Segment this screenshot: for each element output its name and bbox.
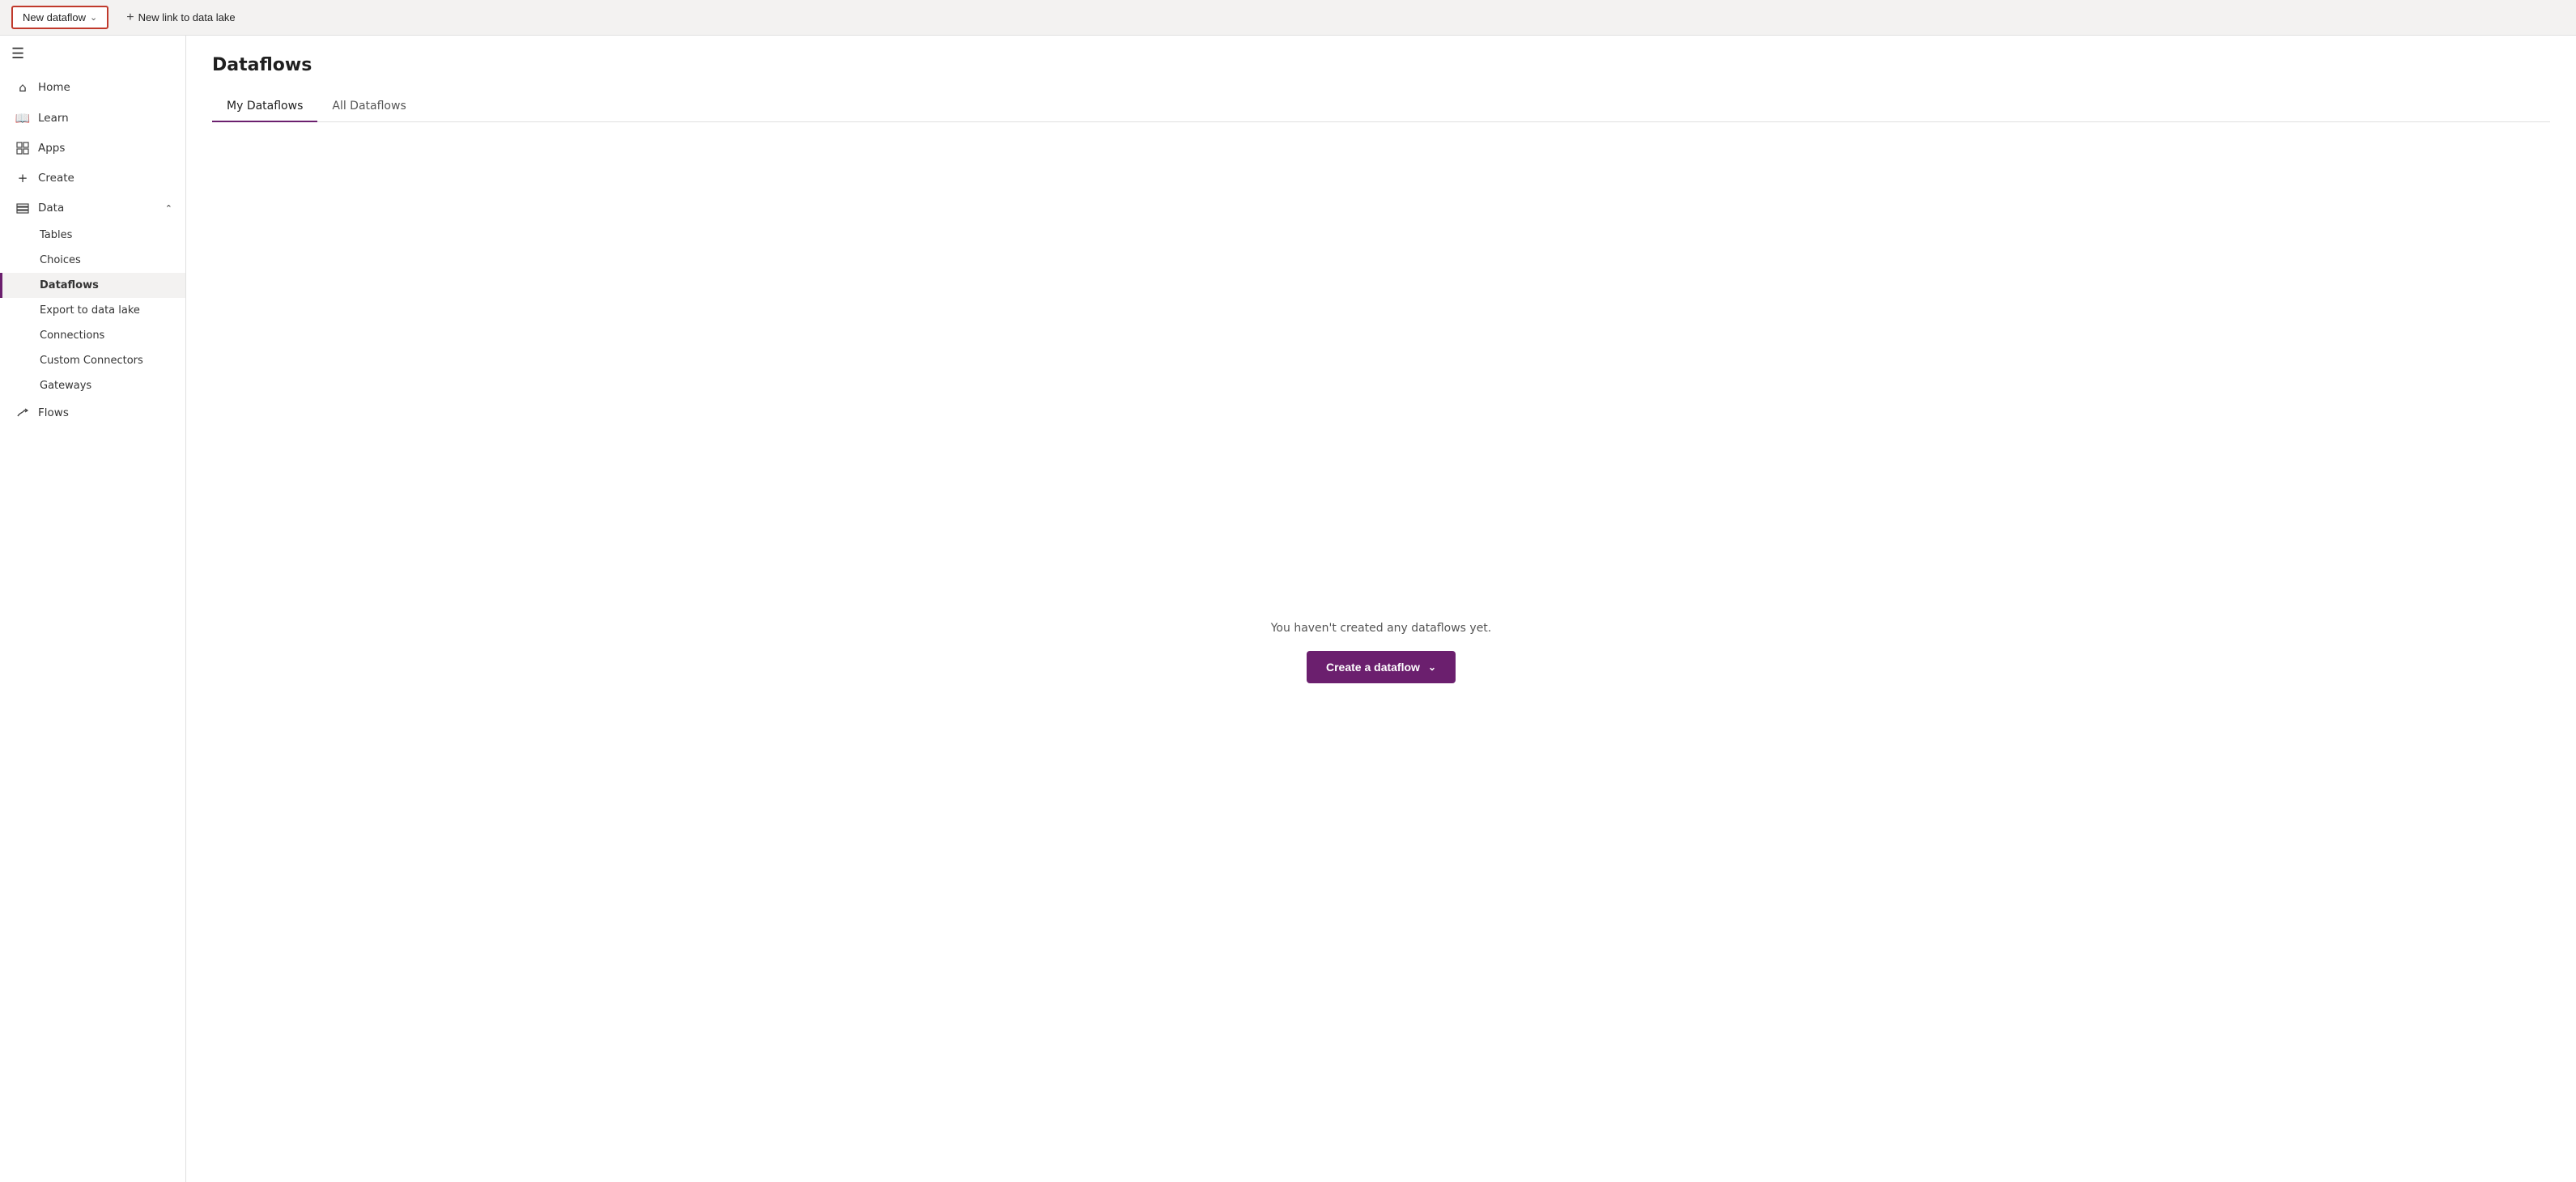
sidebar-item-home[interactable]: ⌂ Home	[0, 72, 185, 103]
page-title: Dataflows	[212, 55, 2550, 75]
layout: ☰ ⌂ Home 📖 Learn A	[0, 36, 2576, 1182]
sidebar-item-dataflows-label: Dataflows	[40, 279, 99, 291]
sidebar-item-create-label: Create	[38, 172, 74, 185]
new-dataflow-button[interactable]: New dataflow ⌄	[11, 6, 108, 29]
data-icon	[15, 202, 30, 215]
tab-all-dataflows[interactable]: All Dataflows	[317, 91, 420, 122]
create-chevron-icon: ⌄	[1428, 661, 1436, 673]
apps-icon	[15, 142, 30, 155]
page-body: You haven't created any dataflows yet. C…	[186, 122, 2576, 1182]
sidebar-item-flows-label: Flows	[38, 406, 69, 419]
sidebar-item-gateways[interactable]: Gateways	[0, 373, 185, 398]
tabs: My Dataflows All Dataflows	[212, 91, 2550, 122]
main-content: Dataflows My Dataflows All Dataflows You…	[186, 36, 2576, 1182]
sidebar-item-choices[interactable]: Choices	[0, 248, 185, 273]
learn-icon: 📖	[15, 111, 30, 125]
flows-icon	[15, 406, 30, 419]
tab-my-dataflows[interactable]: My Dataflows	[212, 91, 317, 122]
sidebar-item-data[interactable]: Data ⌃	[0, 193, 185, 223]
sidebar-item-connections-label: Connections	[40, 330, 104, 342]
home-icon: ⌂	[15, 80, 30, 95]
new-link-button[interactable]: + New link to data lake	[118, 6, 243, 29]
tab-all-dataflows-label: All Dataflows	[332, 100, 406, 113]
sidebar-item-export[interactable]: Export to data lake	[0, 298, 185, 323]
sidebar-item-learn[interactable]: 📖 Learn	[0, 103, 185, 134]
empty-message: You haven't created any dataflows yet.	[1271, 622, 1492, 635]
create-icon: +	[15, 171, 30, 185]
toolbar: New dataflow ⌄ + New link to data lake	[0, 0, 2576, 36]
sidebar-item-data-label: Data	[38, 202, 64, 215]
create-dataflow-button[interactable]: Create a dataflow ⌄	[1307, 651, 1456, 683]
sidebar-item-tables-label: Tables	[40, 229, 72, 241]
sidebar-item-custom-connectors-label: Custom Connectors	[40, 355, 143, 367]
sidebar-nav: ⌂ Home 📖 Learn Apps +	[0, 72, 185, 427]
sidebar-item-tables[interactable]: Tables	[0, 223, 185, 248]
sidebar-item-dataflows[interactable]: Dataflows	[0, 273, 185, 298]
chevron-down-icon: ⌄	[90, 12, 97, 23]
sidebar-item-custom-connectors[interactable]: Custom Connectors	[0, 348, 185, 373]
sidebar-item-home-label: Home	[38, 81, 70, 94]
create-dataflow-label: Create a dataflow	[1326, 661, 1420, 674]
sidebar-item-apps[interactable]: Apps	[0, 134, 185, 163]
sidebar: ☰ ⌂ Home 📖 Learn A	[0, 36, 186, 1182]
sidebar-item-export-label: Export to data lake	[40, 304, 140, 317]
sidebar-item-gateways-label: Gateways	[40, 380, 91, 392]
sidebar-item-choices-label: Choices	[40, 254, 81, 266]
page-header: Dataflows My Dataflows All Dataflows	[186, 36, 2576, 122]
sidebar-item-flows[interactable]: Flows	[0, 398, 185, 427]
tab-my-dataflows-label: My Dataflows	[227, 100, 303, 113]
sidebar-item-create[interactable]: + Create	[0, 163, 185, 193]
data-expand-icon: ⌃	[165, 203, 172, 214]
new-link-label: New link to data lake	[138, 11, 236, 23]
new-dataflow-label: New dataflow	[23, 11, 86, 23]
sidebar-item-learn-label: Learn	[38, 112, 69, 125]
hamburger-button[interactable]: ☰	[8, 42, 28, 66]
sidebar-item-connections[interactable]: Connections	[0, 323, 185, 348]
sidebar-item-apps-label: Apps	[38, 142, 65, 155]
plus-icon: +	[126, 11, 134, 25]
sidebar-top: ☰	[0, 36, 185, 72]
